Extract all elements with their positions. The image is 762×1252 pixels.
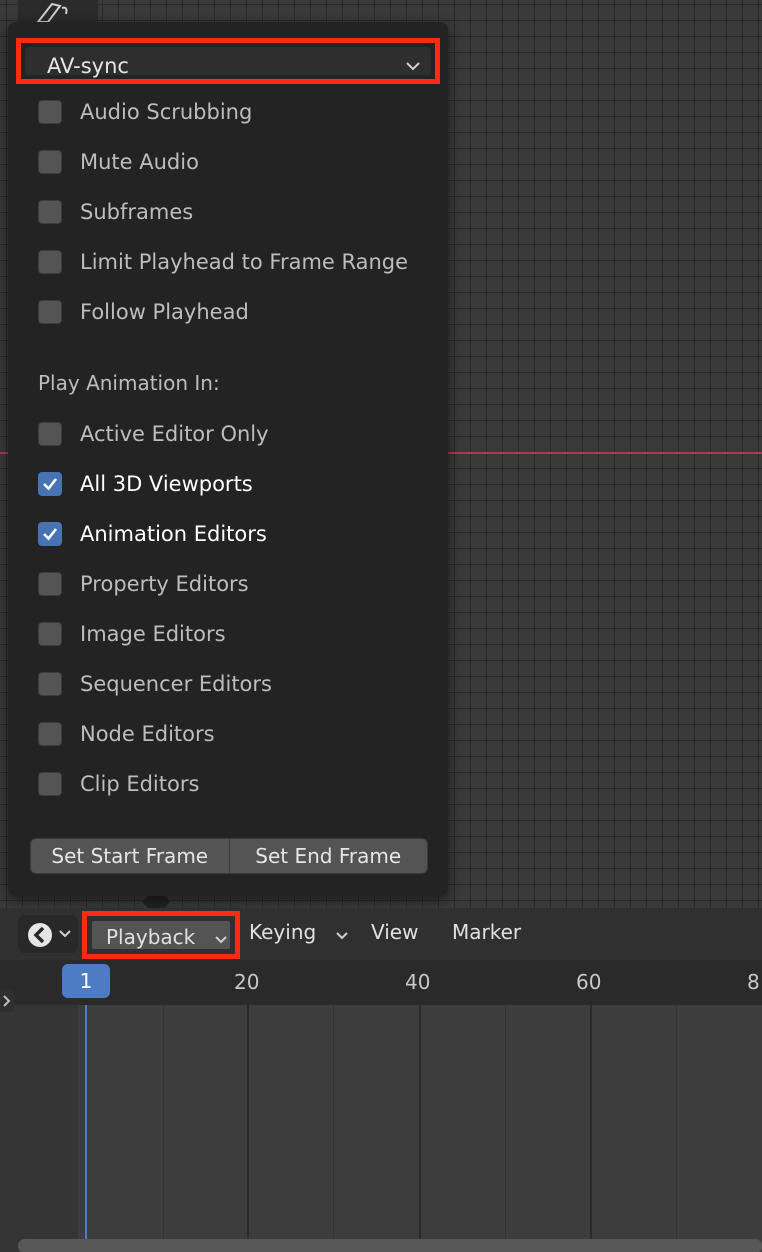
checkbox-checked-icon: [38, 472, 62, 496]
image-editors-checkbox[interactable]: Image Editors: [38, 619, 226, 649]
sync-mode-value: AV-sync: [47, 54, 129, 78]
timeline-area[interactable]: [0, 1005, 762, 1252]
checkbox-icon: [38, 150, 62, 174]
checkbox-icon: [38, 250, 62, 274]
all-3d-viewports-checkbox[interactable]: All 3D Viewports: [38, 469, 253, 499]
marker-menu[interactable]: Marker: [452, 920, 521, 944]
checkbox-icon: [38, 622, 62, 646]
audio-scrubbing-checkbox[interactable]: Audio Scrubbing: [38, 97, 252, 127]
sync-mode-dropdown[interactable]: AV-sync: [16, 38, 440, 84]
checkbox-icon: [38, 572, 62, 596]
chevron-down-icon: [406, 62, 420, 71]
frame-tick-label: 20: [234, 970, 260, 994]
timeline-preroll-region: [0, 1005, 78, 1252]
checkbox-icon: [38, 100, 62, 124]
follow-playhead-checkbox[interactable]: Follow Playhead: [38, 297, 249, 327]
active-editor-only-checkbox[interactable]: Active Editor Only: [38, 419, 269, 449]
checkbox-icon: [38, 422, 62, 446]
frame-tick-label: 60: [576, 970, 602, 994]
frame-range-buttons: Set Start Frame Set End Frame: [30, 838, 428, 874]
timeline-header: Playback Keying View Marker: [0, 908, 762, 960]
mute-audio-checkbox[interactable]: Mute Audio: [38, 147, 199, 177]
chevron-down-icon: [215, 936, 227, 944]
limit-playhead-checkbox[interactable]: Limit Playhead to Frame Range: [38, 247, 408, 277]
checkbox-icon: [38, 672, 62, 696]
blender-window: AV-sync Audio Scrubbing Mute Audio Subfr…: [0, 0, 762, 1252]
view-menu[interactable]: View: [371, 920, 418, 944]
horizontal-scrollbar[interactable]: [18, 1239, 762, 1252]
set-end-frame-button[interactable]: Set End Frame: [228, 839, 428, 873]
frame-ruler[interactable]: 1 20 40 60 8: [0, 960, 762, 1005]
checkbox-icon: [38, 300, 62, 324]
sequencer-editors-checkbox[interactable]: Sequencer Editors: [38, 669, 272, 699]
subframes-checkbox[interactable]: Subframes: [38, 197, 193, 227]
node-editors-checkbox[interactable]: Node Editors: [38, 719, 215, 749]
frame-tick-label: 8: [747, 970, 760, 994]
playback-menu[interactable]: Playback: [82, 911, 240, 959]
clock-icon: [28, 923, 52, 947]
chevron-down-icon: [336, 932, 348, 940]
play-animation-in-heading: Play Animation In:: [38, 371, 220, 395]
current-frame-indicator[interactable]: 1: [62, 964, 110, 998]
checkbox-icon: [38, 200, 62, 224]
clip-editors-checkbox[interactable]: Clip Editors: [38, 769, 199, 799]
chevron-down-icon: [59, 930, 71, 938]
animation-editors-checkbox[interactable]: Animation Editors: [38, 519, 267, 549]
playhead-line[interactable]: [85, 1005, 87, 1252]
editor-type-button[interactable]: [18, 915, 78, 953]
keying-menu[interactable]: Keying: [249, 920, 316, 944]
chevron-right-icon: [3, 995, 11, 1007]
frame-tick-label: 40: [405, 970, 431, 994]
set-start-frame-button[interactable]: Set Start Frame: [31, 839, 229, 873]
checkbox-icon: [38, 722, 62, 746]
playback-menu-label: Playback: [106, 925, 196, 949]
sidebar-toggle[interactable]: [0, 990, 14, 1012]
checkbox-checked-icon: [38, 522, 62, 546]
property-editors-checkbox[interactable]: Property Editors: [38, 569, 249, 599]
checkbox-icon: [38, 772, 62, 796]
